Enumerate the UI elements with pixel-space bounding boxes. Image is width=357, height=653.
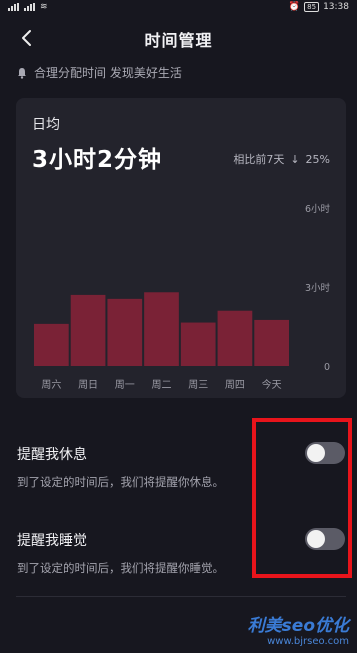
x-tick-label: 今天 xyxy=(262,378,282,391)
bar-3 xyxy=(144,292,179,366)
usage-chart: 6小时 3小时 0 周六 周日 周一 周二 周三 周四 今天 xyxy=(34,203,331,391)
wifi-icon: ≋ xyxy=(40,2,48,12)
x-tick-label: 周二 xyxy=(152,379,172,391)
bar-6 xyxy=(254,319,289,366)
y-tick-label: 0 xyxy=(324,362,330,373)
signal-icon xyxy=(8,3,20,11)
alarm-icon: ⏰ xyxy=(288,2,301,12)
setting-rest-title: 提醒我休息 xyxy=(17,447,87,463)
status-bar: ≋ ⏰ 85 13:38 xyxy=(0,0,357,14)
x-tick-label: 周六 xyxy=(41,379,61,391)
watermark-url: www.bjrseo.com xyxy=(267,636,349,647)
bar-0 xyxy=(34,323,69,366)
bar-5 xyxy=(217,310,253,366)
page-title: 时间管理 xyxy=(144,31,213,50)
highlight-box xyxy=(252,418,352,578)
setting-sleep-desc: 到了设定的时间后，我们将提醒你睡觉。 xyxy=(17,561,224,575)
x-tick-label: 周一 xyxy=(115,379,135,391)
bar-2 xyxy=(107,298,143,366)
bar-4 xyxy=(180,322,216,366)
chevron-left-icon xyxy=(22,30,31,46)
x-tick-label: 周四 xyxy=(225,379,245,391)
status-time: 13:38 xyxy=(323,2,349,12)
subtitle-row: 合理分配时间 发现美好生活 xyxy=(16,64,182,81)
y-tick-label: 6小时 xyxy=(305,203,331,215)
status-right: ⏰ 85 13:38 xyxy=(289,2,349,12)
subtitle-text: 合理分配时间 发现美好生活 xyxy=(34,66,182,80)
status-left: ≋ xyxy=(8,2,48,12)
y-tick-label: 3小时 xyxy=(305,282,331,294)
x-tick-label: 周日 xyxy=(78,379,98,391)
signal-icon-2 xyxy=(24,3,36,11)
bar-1 xyxy=(70,294,106,366)
bell-icon xyxy=(18,67,26,79)
setting-rest-desc: 到了设定的时间后，我们将提醒你休息。 xyxy=(17,475,224,489)
x-tick-label: 周三 xyxy=(188,379,208,391)
watermark-logo: 利美seo优化 xyxy=(247,616,349,636)
setting-sleep-title: 提醒我睡觉 xyxy=(17,533,87,549)
divider xyxy=(16,596,346,597)
back-button[interactable] xyxy=(14,26,38,50)
usage-card: 日均 3小时2分钟 相比前7天 ↓ 25% 6小时 3小时 0 周六 周日 周一 周二 周三周… xyxy=(16,98,346,398)
watermark: 利美seo优化 www.bjrseo.com xyxy=(248,611,349,647)
battery-icon: 85 xyxy=(304,2,320,12)
header: 时间管理 xyxy=(0,22,357,56)
